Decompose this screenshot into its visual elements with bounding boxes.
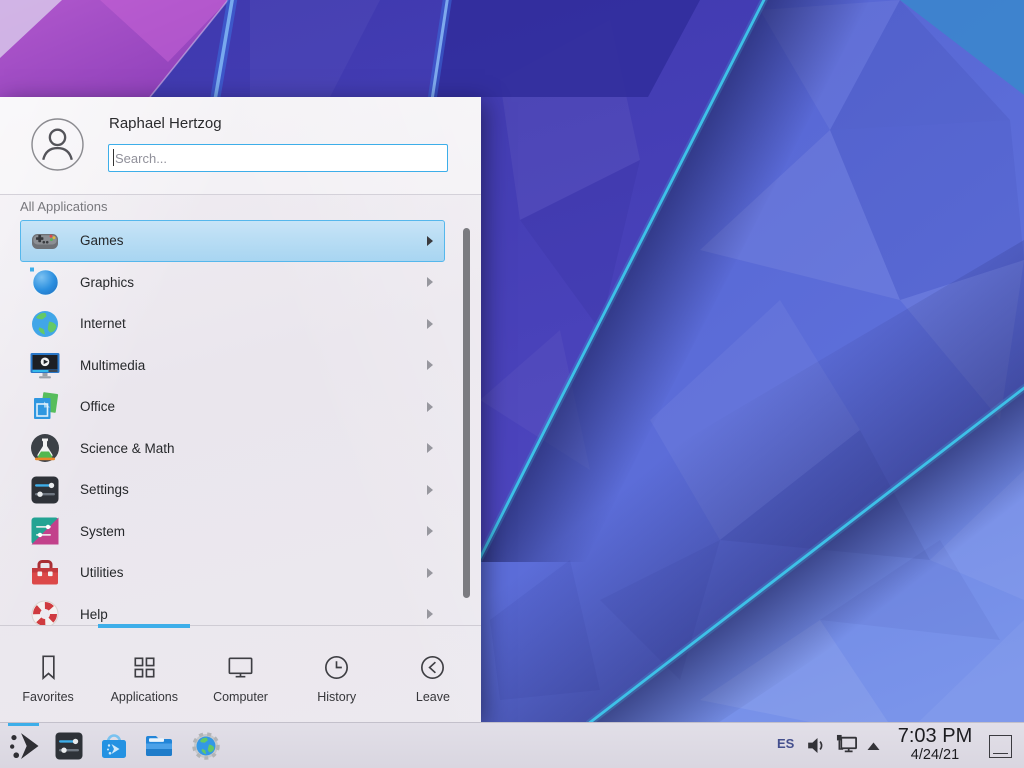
category-label: Multimedia	[80, 358, 427, 373]
chevron-right-icon	[427, 526, 433, 536]
chevron-right-icon	[427, 236, 433, 246]
category-label: Help	[80, 607, 427, 622]
volume-icon[interactable]	[806, 734, 829, 757]
system-settings-icon	[53, 730, 85, 762]
tab-history[interactable]: History	[289, 629, 385, 722]
keyboard-layout-indicator[interactable]: ES	[777, 736, 794, 751]
menu-category-settings[interactable]: Settings	[20, 469, 445, 511]
system-settings-button[interactable]	[53, 730, 85, 762]
folder-icon	[143, 730, 175, 762]
globe-icon	[29, 308, 61, 340]
category-label: Office	[80, 399, 427, 414]
menu-category-games[interactable]: Games	[20, 220, 445, 262]
clock-icon	[321, 652, 352, 683]
digital-clock[interactable]: 7:03 PM 4/24/21	[890, 725, 980, 764]
menu-category-multimedia[interactable]: Multimedia	[20, 345, 445, 387]
category-label: Graphics	[80, 275, 427, 290]
scrollbar[interactable]	[463, 228, 470, 598]
wired-network-icon[interactable]	[835, 733, 860, 758]
divider	[0, 625, 481, 626]
discover-icon	[98, 730, 130, 762]
application-launcher-menu: Raphael Hertzog All Applications	[0, 97, 481, 722]
tab-favorites[interactable]: Favorites	[0, 629, 96, 722]
text-cursor	[113, 149, 114, 166]
monitor-icon	[225, 652, 256, 683]
clock-date: 4/24/21	[890, 747, 980, 764]
sliders-icon	[29, 474, 61, 506]
file-manager-button[interactable]	[143, 730, 175, 762]
category-label: Utilities	[80, 565, 427, 580]
chevron-right-icon	[427, 277, 433, 287]
launcher-tab-bar: Favorites Applications C	[0, 629, 481, 722]
application-launcher-button[interactable]	[7, 728, 43, 764]
active-tab-indicator	[98, 624, 190, 628]
chevron-right-icon	[427, 609, 433, 619]
taskbar: ES 7:03 PM 4/24/21	[0, 722, 1024, 768]
clock-time: 7:03 PM	[890, 725, 980, 747]
menu-category-help[interactable]: Help	[20, 594, 445, 626]
discover-button[interactable]	[98, 730, 130, 762]
media-player-icon	[29, 349, 61, 381]
leave-icon	[417, 652, 448, 683]
documents-icon	[29, 391, 61, 423]
chevron-right-icon	[427, 485, 433, 495]
web-browser-button[interactable]	[190, 730, 222, 762]
chevron-right-icon	[427, 360, 433, 370]
category-label: Settings	[80, 482, 427, 497]
user-avatar[interactable]	[31, 118, 84, 171]
menu-category-office[interactable]: Office	[20, 386, 445, 428]
system-icon	[29, 515, 61, 547]
kde-launcher-icon	[7, 728, 43, 764]
expand-tray-arrow-icon[interactable]	[866, 741, 881, 751]
app-grid-icon	[129, 652, 160, 683]
category-label: System	[80, 524, 427, 539]
show-desktop-button[interactable]	[989, 735, 1012, 758]
menu-category-graphics[interactable]: Graphics	[20, 262, 445, 304]
menu-category-utilities[interactable]: Utilities	[20, 552, 445, 594]
sphere-icon	[29, 266, 61, 298]
category-label: Games	[80, 233, 427, 248]
section-label: All Applications	[20, 199, 107, 214]
toolbox-icon	[29, 557, 61, 589]
gamepad-icon	[29, 225, 61, 257]
chevron-right-icon	[427, 402, 433, 412]
chevron-right-icon	[427, 443, 433, 453]
menu-category-internet[interactable]: Internet	[20, 303, 445, 345]
lifebuoy-icon	[29, 598, 61, 625]
category-list: Games Graphics	[0, 220, 481, 625]
bookmark-icon	[33, 652, 64, 683]
category-label: Internet	[80, 316, 427, 331]
chevron-right-icon	[427, 568, 433, 578]
globe-gear-icon	[190, 730, 222, 762]
flask-icon	[29, 432, 61, 464]
launcher-active-indicator	[8, 723, 39, 726]
category-label: Science & Math	[80, 441, 427, 456]
chevron-right-icon	[427, 319, 433, 329]
search-input[interactable]	[108, 144, 448, 172]
menu-category-system[interactable]: System	[20, 511, 445, 553]
tab-computer[interactable]: Computer	[192, 629, 288, 722]
launcher-header: Raphael Hertzog	[0, 97, 481, 195]
desktop: Raphael Hertzog All Applications	[0, 0, 1024, 768]
tab-applications[interactable]: Applications	[96, 629, 192, 722]
user-name: Raphael Hertzog	[109, 115, 222, 132]
menu-category-science-math[interactable]: Science & Math	[20, 428, 445, 470]
tab-leave[interactable]: Leave	[385, 629, 481, 722]
